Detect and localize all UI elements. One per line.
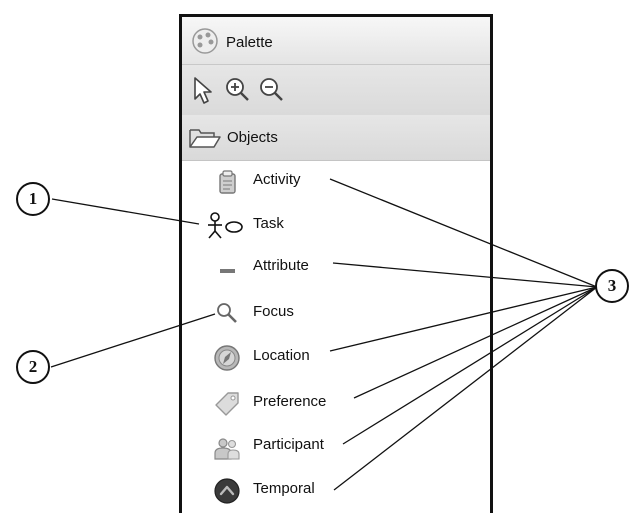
- temporal-icon: [214, 478, 240, 504]
- palette-item-label: Focus: [253, 303, 294, 320]
- palette-item-label: Participant: [253, 436, 324, 453]
- palette-toolbar: [182, 65, 490, 116]
- clipboard-icon: [219, 170, 236, 194]
- participants-icon: [214, 438, 240, 460]
- palette-header[interactable]: Palette: [182, 17, 490, 65]
- objects-drawer-header[interactable]: Objects: [182, 115, 490, 161]
- select-pointer-icon[interactable]: [189, 75, 217, 105]
- folder-open-icon: [189, 129, 221, 148]
- palette-panel: Palette Objects Activity Task Attribute …: [179, 14, 493, 513]
- preference-tag-icon: [215, 392, 239, 416]
- palette-item-label: Temporal: [253, 480, 315, 497]
- palette-icon: [192, 28, 218, 54]
- palette-item-label: Task: [253, 215, 284, 232]
- zoom-in-icon[interactable]: [223, 75, 251, 105]
- palette-item-activity[interactable]: Activity: [182, 167, 490, 197]
- palette-item-label: Activity: [253, 171, 301, 188]
- palette-item-task[interactable]: Task: [182, 211, 490, 241]
- palette-item-label: Attribute: [253, 257, 309, 274]
- callout-marker-2: 2: [16, 350, 50, 384]
- zoom-out-icon[interactable]: [257, 75, 285, 105]
- palette-item-label: Location: [253, 347, 310, 364]
- palette-item-preference[interactable]: Preference: [182, 389, 490, 419]
- compass-icon: [214, 345, 240, 371]
- callout-marker-1: 1: [16, 182, 50, 216]
- callout-marker-3: 3: [595, 269, 629, 303]
- palette-item-participant[interactable]: Participant: [182, 432, 490, 462]
- palette-item-label: Preference: [253, 393, 327, 410]
- palette-item-location[interactable]: Location: [182, 343, 490, 373]
- task-icon: [208, 212, 243, 239]
- palette-item-focus[interactable]: Focus: [182, 299, 490, 329]
- attribute-dash-icon: [220, 269, 235, 273]
- palette-item-attribute[interactable]: Attribute: [182, 253, 490, 283]
- callout-line-1: [51, 198, 200, 225]
- magnifier-icon: [217, 303, 237, 323]
- objects-drawer-title: Objects: [227, 129, 278, 146]
- palette-title: Palette: [226, 34, 273, 51]
- palette-item-temporal[interactable]: Temporal: [182, 476, 490, 506]
